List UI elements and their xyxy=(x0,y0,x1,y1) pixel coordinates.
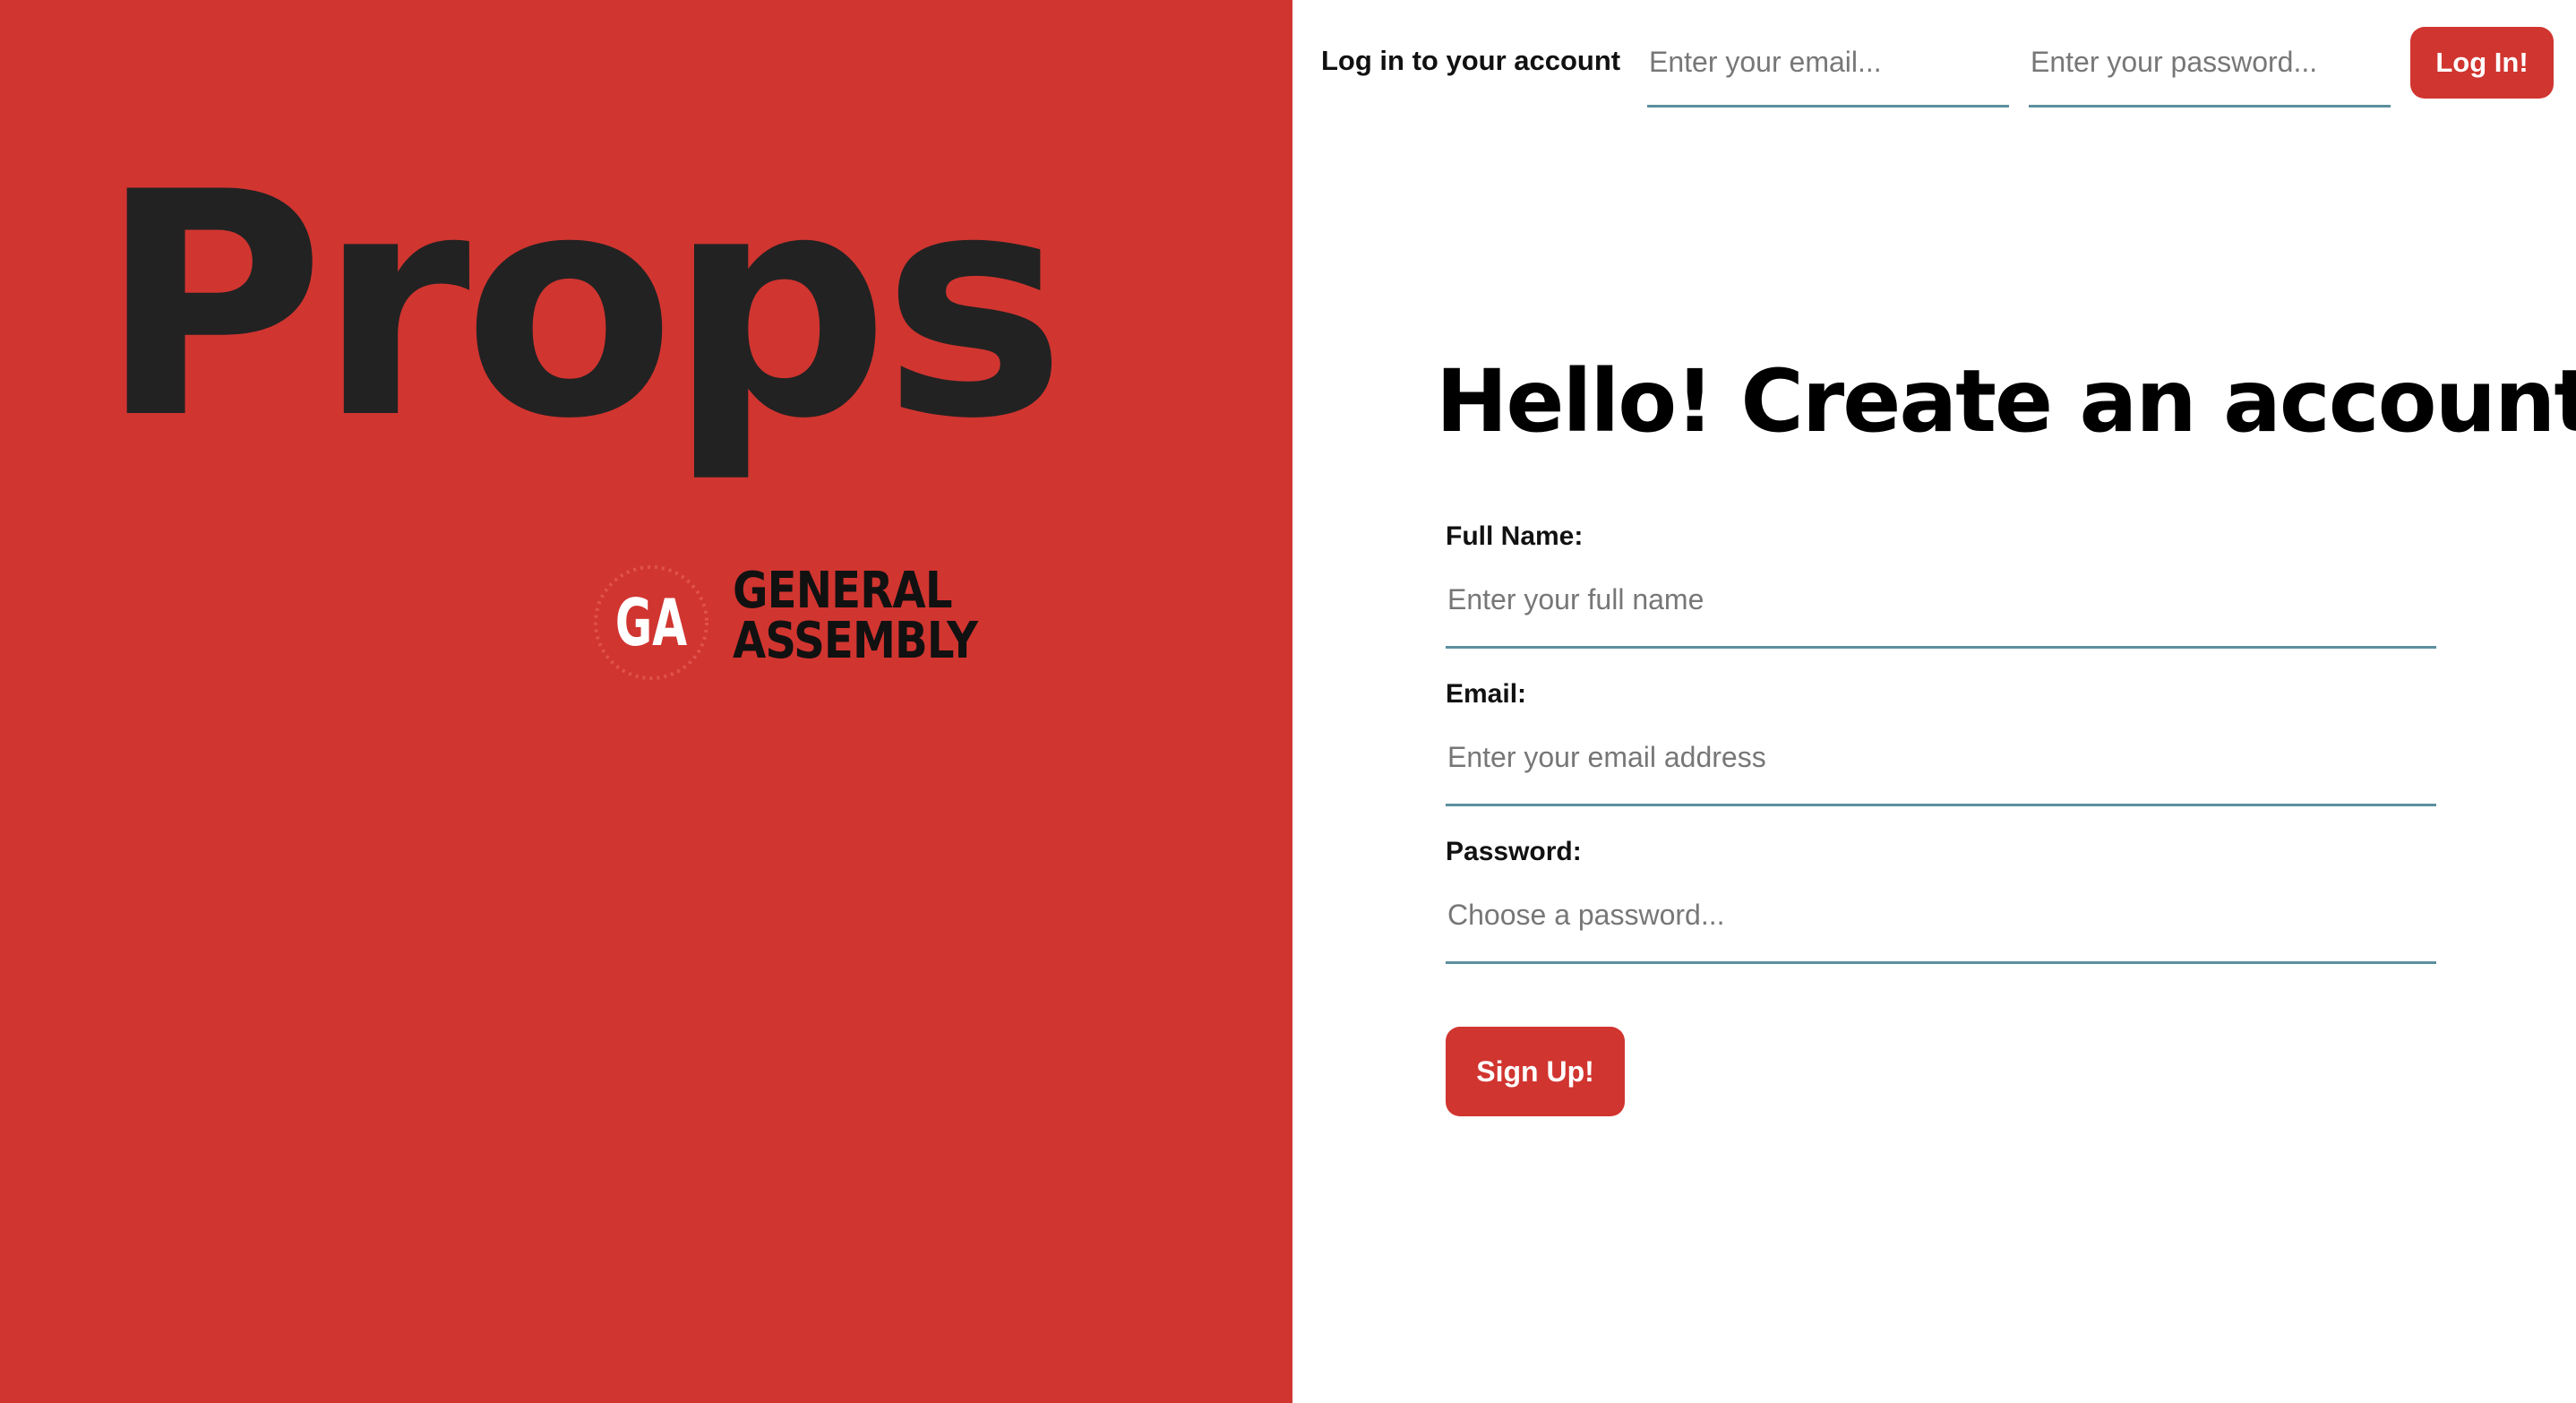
ga-wordmark-line1: GENERAL xyxy=(733,562,953,620)
email-label: Email: xyxy=(1446,679,1527,709)
email-input[interactable] xyxy=(1446,726,2436,806)
ga-mark-text: GA xyxy=(615,585,687,661)
full-name-input[interactable] xyxy=(1446,568,2436,649)
password-input[interactable] xyxy=(1446,883,2436,964)
password-label: Password: xyxy=(1446,837,1582,866)
signup-page: Props GA GENERAL ASSEMBLY Log in to your… xyxy=(0,0,2576,1403)
app-title: Props xyxy=(99,127,1066,486)
signup-button[interactable]: Sign Up! xyxy=(1446,1027,1625,1116)
full-name-label: Full Name: xyxy=(1446,521,1584,551)
general-assembly-logo: GA GENERAL ASSEMBLY xyxy=(593,564,987,681)
signup-heading: Hello! Create an account! xyxy=(1436,351,2576,452)
ga-wordmark: GENERAL ASSEMBLY xyxy=(733,562,978,670)
ga-mark-icon: GA xyxy=(594,565,708,680)
brand-panel: Props GA GENERAL ASSEMBLY xyxy=(0,0,1292,1403)
signup-form: Hello! Create an account! Full Name: Ema… xyxy=(1292,0,2576,1403)
ga-wordmark-line2: ASSEMBLY xyxy=(733,612,978,670)
